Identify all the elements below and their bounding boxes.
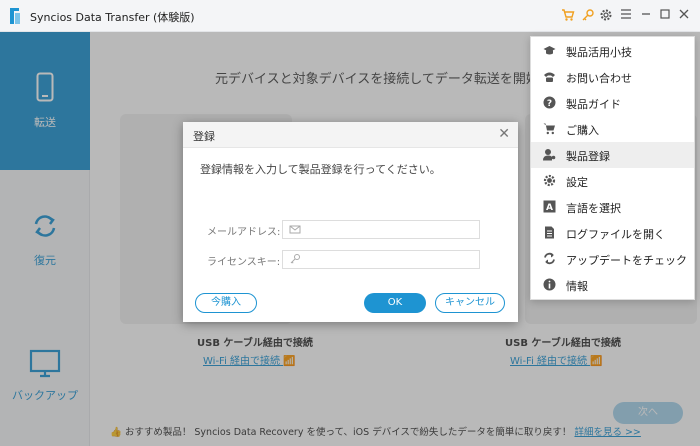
email-label: メールアドレス: bbox=[207, 227, 281, 238]
menu-item-label: 製品ガイド bbox=[566, 98, 621, 111]
menu-item-log[interactable]: ログファイルを開く bbox=[531, 220, 694, 246]
menu-item-label: 製品活用小技 bbox=[566, 46, 632, 59]
menu-item-contact[interactable]: お問い合わせ bbox=[531, 64, 694, 90]
minimize-icon[interactable] bbox=[638, 8, 654, 24]
menu-item-language[interactable]: A 言語を選択 bbox=[531, 194, 694, 220]
email-field[interactable] bbox=[305, 222, 475, 237]
menu-item-label: 言語を選択 bbox=[566, 202, 621, 215]
menu-item-label: 設定 bbox=[566, 176, 588, 189]
license-field-box bbox=[282, 250, 480, 269]
main-menu-dropdown: 製品活用小技 お問い合わせ ? 製品ガイド ご購入 製品登録 設定 A 言語を選… bbox=[530, 36, 695, 300]
menu-item-label: ログファイルを開く bbox=[566, 228, 665, 241]
menu-item-guide[interactable]: ? 製品ガイド bbox=[531, 90, 694, 116]
user-key-icon bbox=[543, 149, 556, 161]
menu-item-label: 情報 bbox=[566, 280, 588, 293]
menu-item-register[interactable]: 製品登録 bbox=[531, 142, 694, 168]
phone-icon bbox=[544, 72, 555, 82]
menu-item-label: アップデートをチェック bbox=[566, 254, 687, 267]
maximize-icon[interactable] bbox=[657, 8, 673, 24]
key-icon[interactable] bbox=[580, 8, 596, 24]
cart-icon bbox=[543, 123, 555, 135]
title-bar: Syncios Data Transfer (体験版) bbox=[0, 0, 700, 32]
svg-text:A: A bbox=[546, 203, 553, 213]
cart-icon[interactable] bbox=[560, 8, 576, 24]
document-icon bbox=[545, 226, 554, 239]
close-icon[interactable] bbox=[676, 8, 692, 24]
refresh-icon bbox=[544, 252, 555, 265]
menu-item-label: お問い合わせ bbox=[566, 72, 632, 85]
dialog-header: 登録 ✕ bbox=[183, 122, 518, 148]
app-logo-icon bbox=[10, 8, 20, 24]
cancel-button[interactable]: キャンセル bbox=[435, 293, 505, 313]
svg-text:?: ? bbox=[547, 99, 552, 109]
license-label: ライセンスキー: bbox=[207, 257, 281, 268]
menu-item-settings[interactable]: 設定 bbox=[531, 168, 694, 194]
info-icon bbox=[543, 278, 556, 291]
dialog-description: 登録情報を入力して製品登録を行ってください。 bbox=[200, 163, 441, 176]
menu-item-info[interactable]: 情報 bbox=[531, 272, 694, 298]
key-icon bbox=[290, 254, 300, 264]
envelope-icon bbox=[289, 225, 301, 234]
ok-button[interactable]: OK bbox=[364, 293, 426, 313]
language-icon: A bbox=[543, 200, 556, 213]
help-icon: ? bbox=[543, 96, 556, 109]
dialog-title: 登録 bbox=[193, 130, 215, 143]
dialog-close-icon[interactable]: ✕ bbox=[498, 126, 510, 142]
app-title: Syncios Data Transfer (体験版) bbox=[30, 11, 195, 24]
license-key-field[interactable] bbox=[305, 252, 475, 267]
settings-gear-icon[interactable] bbox=[598, 8, 614, 24]
menu-item-tips[interactable]: 製品活用小技 bbox=[531, 38, 694, 64]
registration-dialog: 登録 ✕ 登録情報を入力して製品登録を行ってください。 メールアドレス: ライセ… bbox=[183, 122, 518, 322]
menu-icon[interactable] bbox=[618, 8, 634, 24]
menu-item-label: 製品登録 bbox=[566, 150, 610, 163]
gear-icon bbox=[543, 174, 556, 187]
menu-item-label: ご購入 bbox=[566, 124, 599, 137]
graduation-cap-icon bbox=[543, 46, 556, 55]
email-field-box bbox=[282, 220, 480, 239]
menu-item-update[interactable]: アップデートをチェック bbox=[531, 246, 694, 272]
buy-now-button[interactable]: 今購入 bbox=[195, 293, 257, 313]
menu-item-purchase[interactable]: ご購入 bbox=[531, 116, 694, 142]
